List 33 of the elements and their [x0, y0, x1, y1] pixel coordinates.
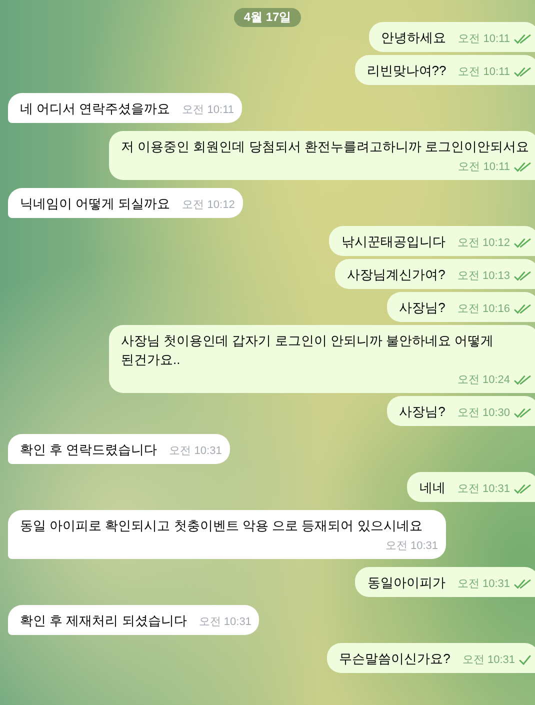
- message-time: 오전 10:11: [458, 160, 510, 175]
- message-time: 오전 10:11: [458, 32, 510, 47]
- message-text: 확인 후 연락드렸습니다: [20, 441, 158, 459]
- message-time: 오전 10:24: [457, 373, 510, 388]
- message-time: 오전 10:31: [457, 482, 510, 497]
- message-time: 오전 10:31: [385, 539, 438, 554]
- message-text: 동일아이피가: [367, 574, 446, 592]
- message-text: 낚시꾼태공입니다: [341, 233, 446, 251]
- message-text: 동일 아이피로 확인되시고 첫충이벤트 악용 으로 등재되어 있으시네요: [20, 517, 422, 535]
- message-text: 리빈맞나여??: [366, 62, 446, 80]
- message-text: 안녕하세요: [381, 29, 446, 47]
- message-time: 오전 10:11: [458, 65, 510, 80]
- message-time: 오전 10:31: [457, 577, 510, 592]
- date-badge: 4월 17일: [234, 8, 302, 27]
- message-text: 무슨말씀이신가요?: [339, 650, 450, 668]
- message-time: 오전 10:31: [462, 653, 515, 668]
- message-time: 오전 10:12: [457, 236, 510, 251]
- message-text: 사장님계신가여?: [347, 266, 446, 284]
- message-text: 사장님?: [399, 299, 446, 317]
- message-time: 오전 10:11: [182, 103, 234, 118]
- message-text: 닉네임이 어떻게 되실까요: [20, 195, 170, 213]
- message-text: 네네: [419, 479, 446, 497]
- message-time: 오전 10:31: [198, 615, 252, 630]
- message-text: 저 이용중인 회원인데 당첨되서 환전누를려고하니까 로그인이안되서요: [121, 138, 530, 156]
- message-time: 오전 10:31: [169, 444, 222, 459]
- message-time: 오전 10:16: [457, 302, 510, 317]
- message-text: 확인 후 제재처리 되셨습니다: [20, 612, 187, 630]
- message-time: 오전 10:13: [457, 269, 510, 284]
- message-text: 사장님 첫이용인데 갑자기 로그인이 안되니까 불안하네요 어떻게 된건가요..: [121, 332, 495, 369]
- message-time: 오전 10:12: [182, 198, 235, 213]
- message-text: 네 어디서 연락주셨을까요: [20, 100, 170, 118]
- message-time: 오전 10:30: [457, 406, 510, 421]
- message-text: 사장님?: [399, 403, 446, 421]
